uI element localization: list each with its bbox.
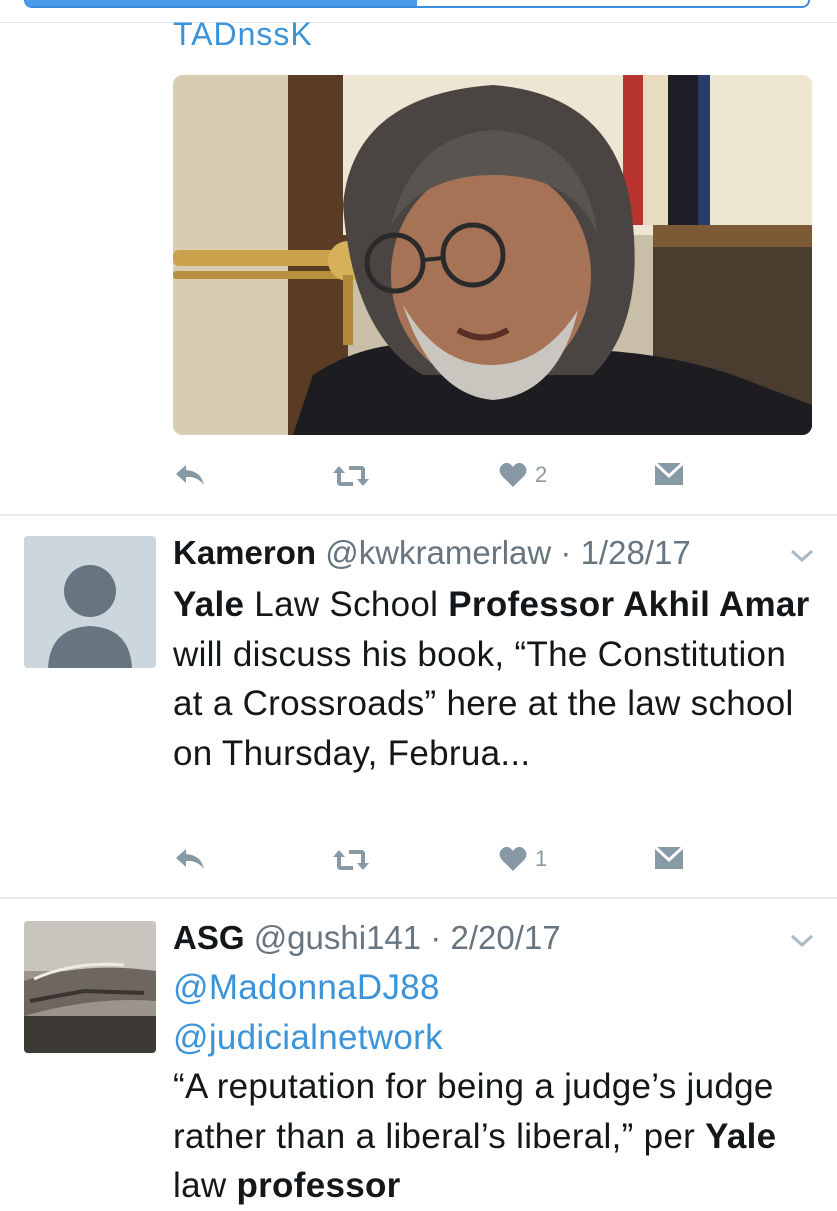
mention-link[interactable]: @MadonnaDJ88 — [173, 963, 813, 1013]
reply-button[interactable] — [173, 462, 207, 488]
tweet-photo[interactable] — [173, 75, 812, 435]
tweet-text: Yale Law School Professor Akhil Amar wil… — [173, 580, 813, 778]
direct-message-button[interactable] — [654, 462, 684, 486]
retweet-button[interactable] — [331, 846, 371, 874]
tweet-actions: 2 — [173, 462, 684, 494]
highlight-yale: Yale — [173, 585, 245, 624]
envelope-icon — [654, 846, 684, 869]
tweet-text: @MadonnaDJ88 @judicialnetwork “A reputat… — [173, 963, 813, 1211]
tweet-divider — [0, 514, 837, 516]
text-segment: will discuss his book, “The Constitution… — [173, 634, 794, 773]
avatar[interactable] — [24, 536, 156, 668]
text-segment: law — [173, 1166, 237, 1205]
heart-icon — [499, 462, 527, 487]
tweet-header: ASG @gushi141 · 2/20/17 — [173, 921, 561, 954]
reply-icon — [176, 849, 204, 869]
heart-icon — [499, 846, 527, 871]
reply-icon — [176, 465, 204, 485]
segmented-control — [24, 0, 810, 8]
user-handle[interactable]: @kwkramerlaw — [325, 534, 551, 571]
photo-portrait — [173, 75, 812, 435]
tweet-header: Kameron @kwkramerlaw · 1/28/17 — [173, 536, 691, 569]
highlight-professor: professor — [236, 1166, 401, 1205]
top-divider — [0, 22, 837, 23]
like-button[interactable]: 1 — [499, 846, 547, 872]
mention-link[interactable]: @judicialnetwork — [173, 1013, 813, 1063]
tweet-link-fragment[interactable]: TADnssK — [173, 10, 313, 46]
chevron-down-icon[interactable] — [789, 548, 815, 564]
reply-button[interactable] — [173, 846, 207, 872]
highlight-yale: Yale — [705, 1116, 777, 1156]
tweet-actions: 1 — [173, 846, 684, 878]
segment-tab-right[interactable] — [417, 0, 808, 6]
retweet-icon — [333, 850, 369, 870]
text-segment: “A reputation for being a judge’s judge … — [173, 1067, 774, 1156]
like-button[interactable]: 2 — [499, 462, 547, 488]
text-segment: Law School — [244, 585, 449, 624]
like-count: 2 — [535, 462, 548, 487]
tweet-date[interactable]: 2/20/17 — [450, 919, 560, 956]
default-avatar-icon — [24, 536, 156, 668]
car-emblem-avatar-image — [24, 921, 156, 1053]
avatar[interactable] — [24, 921, 156, 1053]
display-name[interactable]: ASG — [173, 919, 245, 956]
retweet-button[interactable] — [331, 462, 371, 490]
chevron-down-icon[interactable] — [789, 933, 815, 949]
like-count: 1 — [535, 846, 548, 871]
highlight-professor: Professor Akhil Amar — [448, 585, 810, 624]
tweet-divider — [0, 897, 837, 899]
display-name[interactable]: Kameron — [173, 534, 316, 571]
separator: · — [551, 534, 581, 571]
tweet-date[interactable]: 1/28/17 — [581, 534, 691, 571]
segment-tab-left[interactable] — [26, 0, 417, 6]
direct-message-button[interactable] — [654, 846, 684, 870]
user-handle[interactable]: @gushi141 — [254, 919, 421, 956]
retweet-icon — [333, 466, 369, 486]
envelope-icon — [654, 462, 684, 485]
separator: · — [421, 919, 451, 956]
